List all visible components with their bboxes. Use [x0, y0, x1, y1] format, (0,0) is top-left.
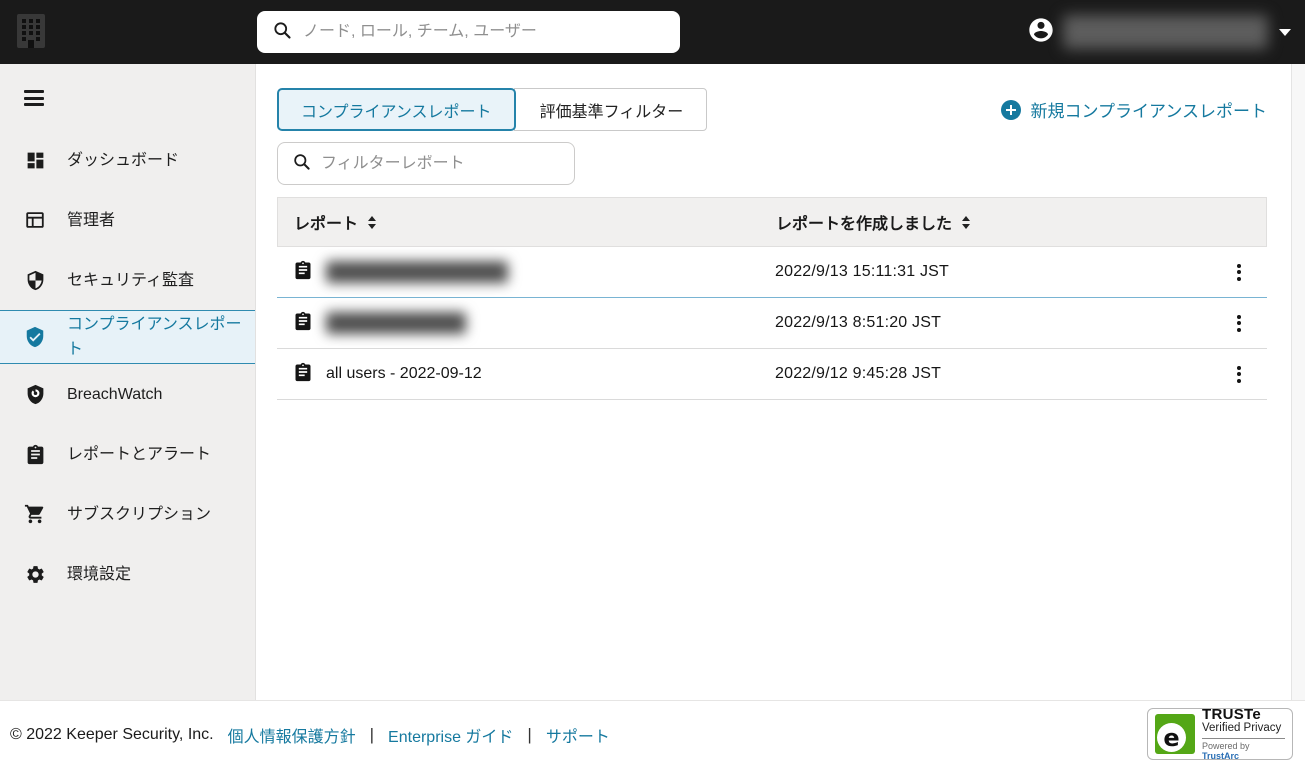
footer-link-enterprise-guide[interactable]: Enterprise ガイド — [388, 723, 513, 747]
new-compliance-report-button[interactable]: 新規コンプライアンスレポート — [1000, 97, 1267, 122]
table-row[interactable]: 2022/9/13 8:51:20 JST — [277, 298, 1267, 349]
clipboard-icon — [24, 443, 46, 465]
sidebar-item-settings[interactable]: 環境設定 — [0, 544, 255, 604]
keeper-admin-console: ダッシュボード 管理者 セキュリティ監査 — [0, 0, 1305, 768]
truste-powered-by: Powered by TrustArc — [1202, 741, 1250, 762]
clipboard-icon — [293, 310, 313, 337]
sidebar-item-label: サブスクリプション — [67, 505, 212, 523]
truste-title: TRUSTe — [1202, 705, 1262, 723]
table-row[interactable]: 2022/9/13 15:11:31 JST — [277, 247, 1267, 298]
truste-logo-icon: e — [1155, 714, 1195, 754]
sidebar-item-reports-alerts[interactable]: レポートとアラート — [0, 424, 255, 484]
content-area: ダッシュボード 管理者 セキュリティ監査 コンプライアンスレポート Breach… — [0, 64, 1305, 700]
sidebar-item-label: ダッシュボード — [67, 151, 180, 169]
sidebar-item-dashboard[interactable]: ダッシュボード — [0, 130, 255, 190]
security-shield-icon — [24, 269, 46, 291]
shopping-cart-icon — [24, 503, 46, 525]
sidebar-item-label: コンプライアンスレポート — [67, 316, 242, 358]
global-search-input[interactable] — [303, 23, 680, 41]
row-options-kebab-button[interactable] — [1229, 257, 1249, 287]
report-filter — [277, 142, 575, 185]
report-name-redacted — [326, 261, 508, 283]
sidebar-item-admin[interactable]: 管理者 — [0, 190, 255, 250]
admin-window-icon — [24, 209, 46, 231]
search-icon — [292, 152, 311, 176]
sidebar-item-subscription[interactable]: サブスクリプション — [0, 484, 255, 544]
truste-subtitle: Verified Privacy — [1202, 722, 1285, 740]
sidebar-item-breachwatch[interactable]: BreachWatch — [0, 364, 255, 424]
sidebar: ダッシュボード 管理者 セキュリティ監査 コンプライアンスレポート Breach… — [0, 64, 256, 700]
column-header-created[interactable]: レポートを作成しました — [776, 210, 1210, 234]
report-name-redacted — [326, 312, 466, 334]
report-table: レポート レポートを作成しました 2022/9/13 15:11:31 JST — [277, 197, 1267, 400]
global-search — [257, 11, 680, 53]
sort-icon[interactable] — [368, 215, 377, 229]
account-name-redacted — [1063, 15, 1268, 49]
dashboard-icon — [24, 149, 46, 171]
sidebar-item-label: レポートとアラート — [67, 445, 212, 463]
plus-circle-icon — [1000, 99, 1021, 120]
footer-link-privacy-policy[interactable]: 個人情報保護方針 — [228, 723, 356, 747]
copyright-text: © 2022 Keeper Security, Inc. — [10, 725, 214, 743]
hamburger-menu-icon[interactable] — [24, 90, 44, 106]
tab-compliance-report[interactable]: コンプライアンスレポート — [277, 88, 516, 131]
clipboard-icon — [293, 361, 313, 388]
sidebar-item-compliance-reports[interactable]: コンプライアンスレポート — [0, 310, 255, 364]
footer-link-support[interactable]: サポート — [546, 723, 610, 747]
report-filter-input[interactable] — [321, 154, 574, 173]
sort-icon[interactable] — [962, 215, 971, 229]
sidebar-item-label: 管理者 — [67, 211, 116, 229]
chevron-down-icon — [1279, 28, 1291, 36]
sidebar-item-security-audit[interactable]: セキュリティ監査 — [0, 250, 255, 310]
column-header-report[interactable]: レポート — [278, 210, 776, 234]
main-panel: コンプライアンスレポート 評価基準フィルター 新規コンプライアンスレポート フィ… — [256, 64, 1305, 700]
keeper-building-logo-icon[interactable] — [16, 13, 46, 52]
sidebar-nav: ダッシュボード 管理者 セキュリティ監査 コンプライアンスレポート Breach… — [0, 130, 255, 604]
footer-separator: | — [527, 724, 532, 744]
report-created-date: 2022/9/13 8:51:20 JST — [775, 314, 942, 331]
account-menu[interactable] — [1027, 0, 1291, 64]
report-tabs: コンプライアンスレポート 評価基準フィルター — [277, 88, 708, 131]
truste-badge[interactable]: e TRUSTe Verified Privacy Powered by Tru… — [1147, 705, 1293, 762]
footer: © 2022 Keeper Security, Inc. 個人情報保護方針 | … — [0, 700, 1305, 768]
report-table-body: 2022/9/13 15:11:31 JST 2022/9/13 8:51:20… — [277, 247, 1267, 400]
compliance-shield-check-icon — [24, 326, 46, 348]
row-options-kebab-button[interactable] — [1229, 359, 1249, 389]
sidebar-item-label: 環境設定 — [67, 565, 132, 583]
report-name: all users - 2022-09-12 — [326, 365, 482, 382]
scrollbar-track[interactable] — [1291, 64, 1305, 700]
sidebar-item-label: セキュリティ監査 — [67, 271, 195, 289]
search-icon — [272, 20, 292, 45]
report-table-header: レポート レポートを作成しました — [277, 197, 1267, 247]
footer-separator: | — [369, 724, 375, 744]
report-created-date: 2022/9/12 9:45:28 JST — [775, 365, 942, 382]
gear-icon — [24, 563, 46, 585]
topbar — [0, 0, 1305, 64]
breachwatch-shield-eye-icon — [24, 383, 46, 405]
table-row[interactable]: all users - 2022-09-12 2022/9/12 9:45:28… — [277, 349, 1267, 400]
sidebar-item-label: BreachWatch — [67, 385, 163, 403]
row-options-kebab-button[interactable] — [1229, 308, 1249, 338]
tab-criteria-filter[interactable]: 評価基準フィルター — [513, 88, 708, 131]
clipboard-icon — [293, 259, 313, 286]
report-created-date: 2022/9/13 15:11:31 JST — [775, 263, 950, 280]
new-report-label: 新規コンプライアンスレポート — [1030, 102, 1267, 121]
avatar-icon — [1027, 16, 1055, 49]
